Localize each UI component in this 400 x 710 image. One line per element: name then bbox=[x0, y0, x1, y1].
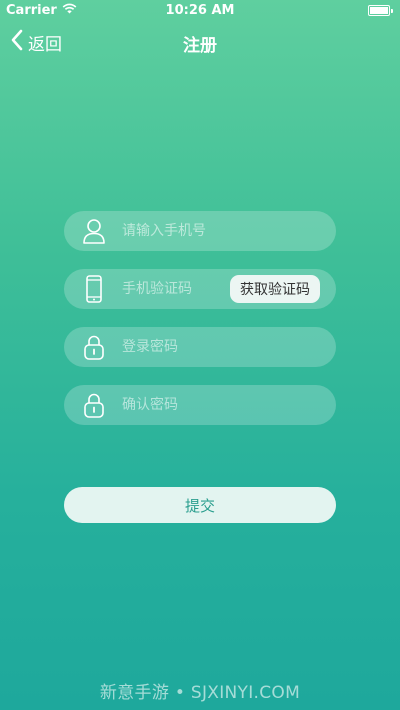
lock-icon bbox=[80, 391, 108, 419]
lock-icon bbox=[80, 333, 108, 361]
page-title: 注册 bbox=[183, 36, 217, 56]
password-field[interactable] bbox=[64, 327, 336, 367]
watermark: 新意手游 • SJXINYI.COM bbox=[99, 683, 301, 703]
status-bar: Carrier 10:26 AM bbox=[0, 0, 400, 22]
code-field[interactable]: 获取验证码 bbox=[64, 269, 336, 309]
confirm-password-field[interactable] bbox=[64, 385, 336, 425]
nav-bar: 返回 注册 bbox=[0, 22, 400, 62]
submit-button[interactable]: 提交 bbox=[64, 487, 336, 523]
get-code-button[interactable]: 获取验证码 bbox=[230, 275, 320, 303]
phone-icon bbox=[80, 275, 108, 303]
phone-input[interactable] bbox=[122, 211, 322, 251]
password-input[interactable] bbox=[122, 327, 322, 367]
phone-field[interactable] bbox=[64, 211, 336, 251]
status-time: 10:26 AM bbox=[165, 3, 235, 18]
battery-icon bbox=[368, 5, 393, 16]
user-icon bbox=[80, 217, 108, 245]
confirm-password-input[interactable] bbox=[122, 385, 322, 425]
